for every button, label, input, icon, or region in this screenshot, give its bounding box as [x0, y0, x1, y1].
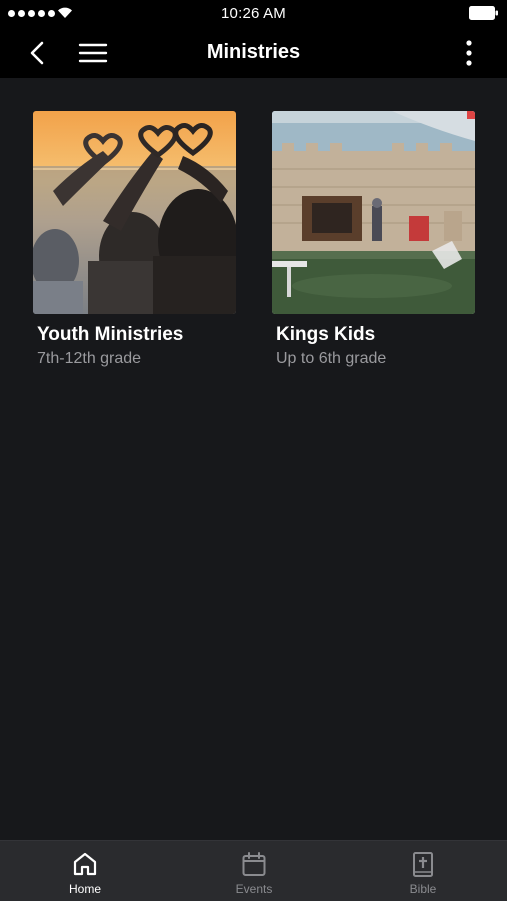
more-vertical-icon[interactable] — [459, 38, 479, 68]
tab-bible[interactable]: Bible — [363, 841, 483, 901]
castle-themed-kids-room-photo — [272, 111, 475, 314]
tab-label: Events — [235, 882, 273, 896]
tab-home[interactable]: Home — [25, 841, 145, 901]
page-title: Ministries — [206, 41, 301, 63]
ministry-subtitle: 7th-12th grade — [37, 350, 142, 367]
ministry-card-kings-kids[interactable]: Kings Kids Up to 6th grade — [272, 111, 475, 368]
ministry-title: Kings Kids — [276, 324, 376, 345]
battery-icon — [469, 6, 498, 20]
calendar-icon — [242, 852, 266, 876]
status-bar: 10:26 AM — [0, 0, 507, 28]
tab-bar: Home Events Bible — [0, 840, 507, 901]
ministry-title: Youth Ministries — [37, 324, 184, 345]
ministry-card-youth[interactable]: Youth Ministries 7th-12th grade — [33, 111, 236, 368]
ministry-subtitle: Up to 6th grade — [276, 350, 387, 367]
tab-label: Home — [68, 882, 101, 896]
status-time: 10:26 AM — [221, 5, 286, 22]
tab-label: Bible — [409, 882, 437, 896]
ministries-grid: Youth Ministries 7th-12th grade Kings Ki… — [0, 78, 507, 840]
bible-icon — [413, 852, 433, 877]
home-icon — [73, 852, 97, 876]
tab-events[interactable]: Events — [194, 841, 314, 901]
heart-hands-sunset-photo — [33, 111, 236, 314]
nav-bar: Ministries — [0, 28, 507, 78]
